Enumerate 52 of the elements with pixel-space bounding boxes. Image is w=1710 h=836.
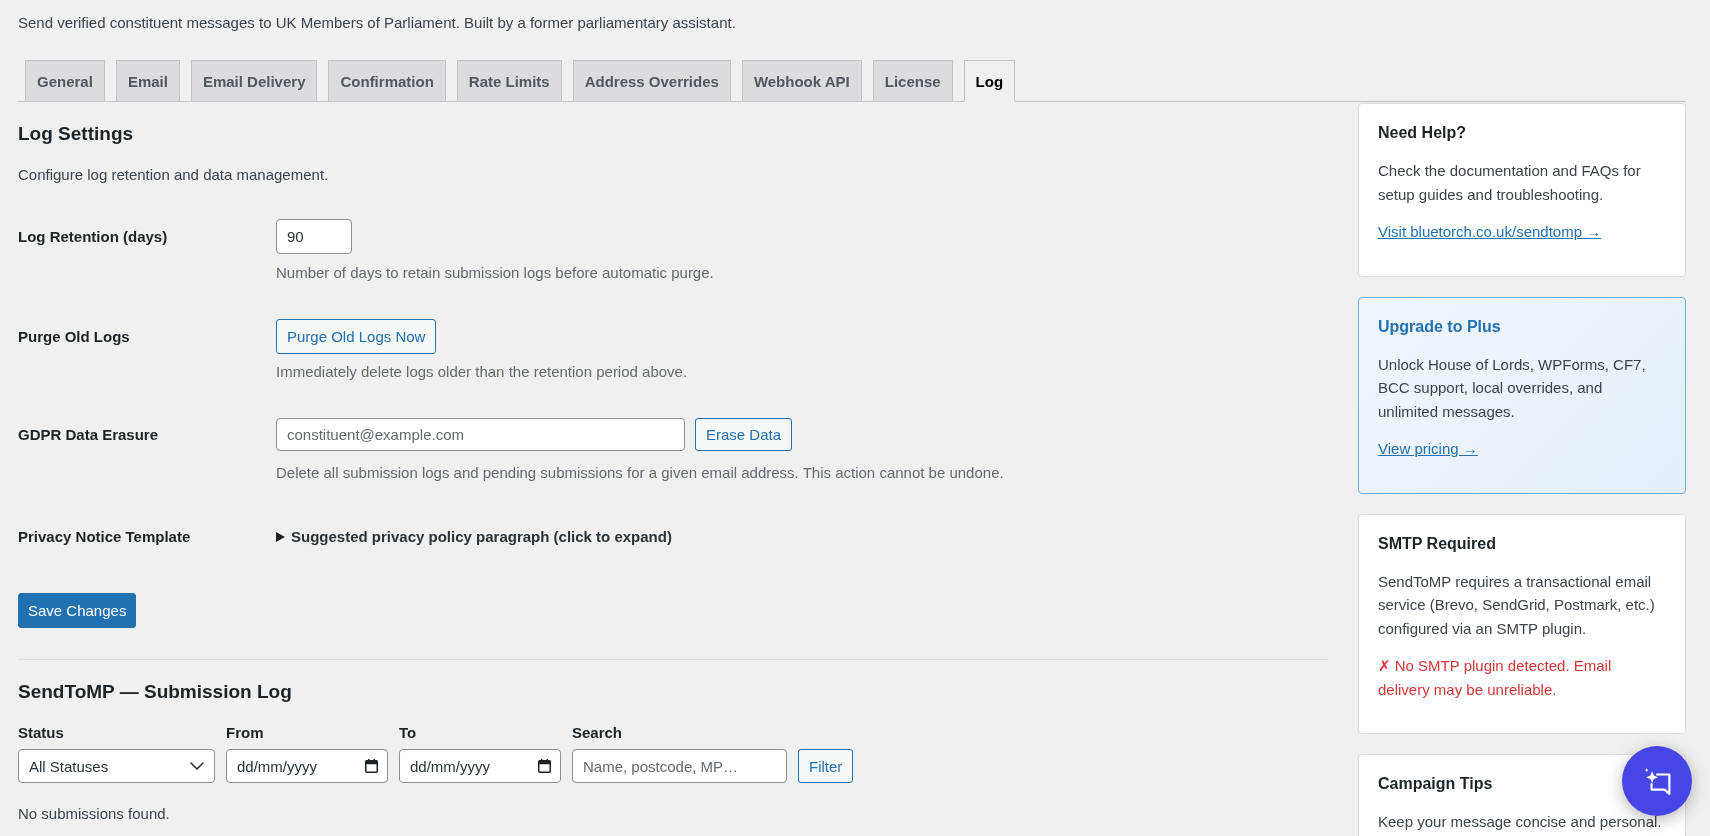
disclosure-toggle[interactable]: Suggested privacy policy paragraph (click to expand) [276, 527, 672, 547]
tab[interactable]: Address Overrides [572, 60, 731, 101]
card-title: SMTP Required [1378, 533, 1496, 554]
field-label: Log Retention (days) [18, 227, 169, 247]
field-label: GDPR Data Erasure [18, 425, 160, 445]
search-input[interactable]: Name, postcode, MP… [572, 749, 787, 783]
number-input[interactable]: 90 [276, 219, 352, 254]
tab[interactable]: License [872, 60, 953, 101]
warning-text: ✗ No SMTP plugin detected. Email delivery may be unreliable. [1378, 656, 1613, 700]
tab[interactable]: Log [963, 60, 1016, 102]
chevron-down-icon [190, 762, 204, 770]
section-heading: SendToMP — Submission Log [18, 680, 293, 704]
date-input[interactable]: dd/mm/yyyy [226, 749, 388, 783]
field-description: Number of days to retain submission logs before automatic purge. [276, 263, 715, 283]
card-title: Need Help? [1378, 123, 1466, 143]
card-text: Check the documentation and FAQs for setup guides and troubleshooting. [1378, 161, 1642, 205]
empty-message: No submissions found. [18, 804, 171, 824]
filter-button[interactable]: Filter [798, 749, 854, 783]
card-text: Unlock House of Lords, WPForms, CF7, BCC support, local overrides, and unlimited messages. [1378, 354, 1647, 422]
card-title: Upgrade to Plus [1378, 316, 1501, 337]
card-title: Campaign Tips [1378, 774, 1493, 794]
tab[interactable]: Webhook API [741, 60, 862, 101]
erase-button[interactable]: Erase Data [695, 418, 793, 451]
filter-label: From [226, 723, 264, 743]
tab[interactable]: Confirmation [328, 60, 446, 101]
tab[interactable]: Email [115, 60, 180, 101]
filter-label: Status [18, 723, 64, 743]
email-input[interactable]: constituent@example.com [276, 418, 685, 451]
status-select[interactable]: All Statuses [18, 749, 215, 783]
filter-label: Search [572, 723, 623, 743]
field-label: Privacy Notice Template [18, 527, 192, 547]
calendar-icon [538, 759, 551, 773]
tab[interactable]: General [25, 60, 105, 101]
field-description: Immediately delete logs older than the retention period above. [276, 362, 689, 382]
calendar-icon [365, 759, 378, 773]
date-input[interactable]: dd/mm/yyyy [399, 749, 561, 783]
chat-sparkle-icon [1643, 767, 1671, 795]
card-text: SendToMP requires a transactional email service (Brevo, SendGrid, Postmark, etc.) configured via an SMTP plugin. [1378, 571, 1656, 639]
tab[interactable]: Email Delivery [190, 60, 318, 101]
card-link[interactable]: View pricing → [1378, 437, 1478, 461]
card-text: Keep your message concise and personal. [1378, 812, 1662, 832]
tab[interactable]: Rate Limits [456, 60, 562, 101]
filter-label: To [399, 723, 417, 743]
plugin-description: Send verified constituent messages to UK Members of Parliament. Built by a former parliamentary assistant. [18, 13, 737, 33]
purge-button[interactable]: Purge Old Logs Now [276, 319, 437, 354]
section-description: Configure log retention and data management. [18, 165, 330, 185]
chat-button[interactable] [1622, 746, 1692, 816]
save-button[interactable]: Save Changes [18, 593, 137, 628]
section-heading: Log Settings [18, 122, 135, 146]
field-label: Purge Old Logs [18, 327, 131, 347]
field-description: Delete all submission logs and pending submissions for a given email address. This action cannot be undone. [276, 463, 1005, 483]
card-link[interactable]: Visit bluetorch.co.uk/sendtomp → [1378, 220, 1602, 244]
